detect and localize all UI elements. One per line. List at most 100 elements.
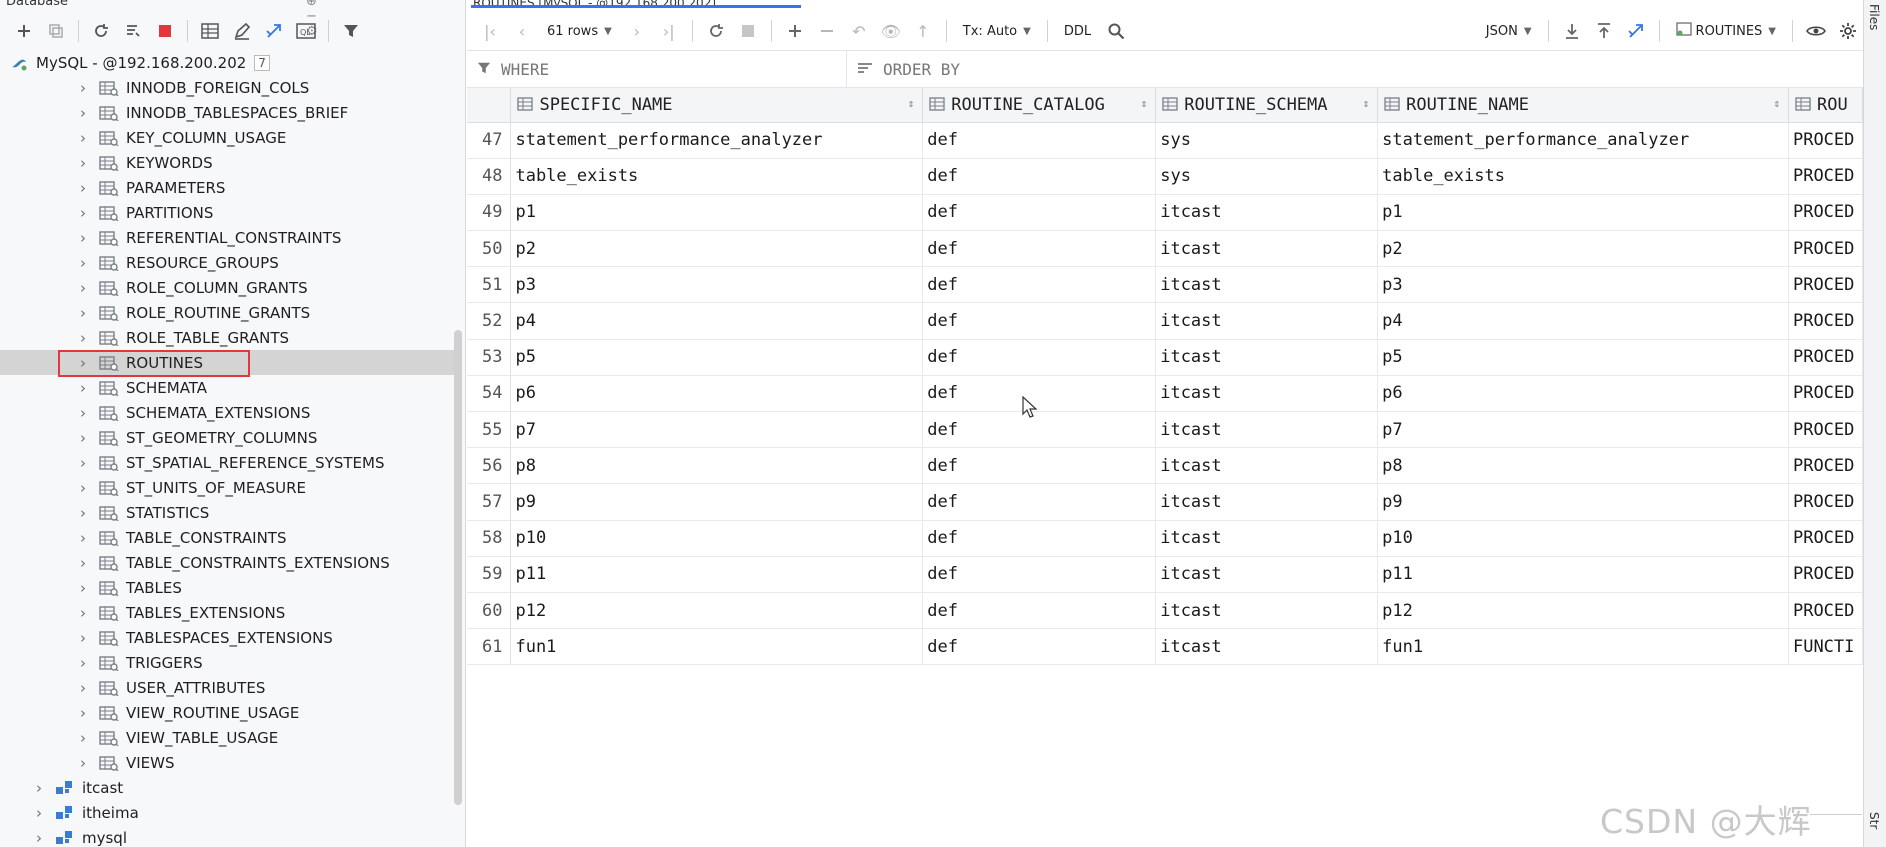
- table-cell[interactable]: itcast: [1155, 375, 1379, 413]
- table-cell[interactable]: p2: [1377, 230, 1789, 268]
- table-cell[interactable]: fun1: [1377, 628, 1789, 666]
- table-cell[interactable]: itcast: [1155, 302, 1379, 340]
- table-cell[interactable]: itcast: [1155, 556, 1379, 593]
- column-header[interactable]: ROUTINE_SCHEMA ⇕: [1155, 88, 1379, 123]
- files-tool-tab[interactable]: Files: [1867, 4, 1881, 30]
- tree-item-table[interactable]: › PARTITIONS: [0, 200, 458, 225]
- column-header[interactable]: ROUTINE_NAME ⇕: [1377, 88, 1789, 123]
- chevron-right-icon[interactable]: ›: [76, 529, 90, 547]
- download-icon[interactable]: [1557, 16, 1587, 46]
- chevron-right-icon[interactable]: ›: [76, 179, 90, 197]
- chevron-right-icon[interactable]: ›: [76, 379, 90, 397]
- chevron-right-icon[interactable]: ›: [76, 279, 90, 297]
- chevron-right-icon[interactable]: ›: [76, 329, 90, 347]
- compare-icon[interactable]: [1621, 16, 1651, 46]
- sort-icon[interactable]: ⇕: [1773, 97, 1780, 110]
- table-cell[interactable]: itcast: [1155, 194, 1379, 232]
- tree-item-table[interactable]: › PARAMETERS: [0, 175, 458, 200]
- chevron-right-icon[interactable]: ›: [76, 454, 90, 472]
- chevron-right-icon[interactable]: ›: [76, 129, 90, 147]
- schema-settings-icon[interactable]: [119, 17, 147, 45]
- chevron-right-icon[interactable]: ›: [76, 429, 90, 447]
- chevron-right-icon[interactable]: ›: [76, 104, 90, 122]
- table-cell[interactable]: def: [922, 592, 1157, 630]
- table-row[interactable]: 56 p8 def itcast p8 PROCED: [467, 447, 1863, 485]
- table-cell[interactable]: def: [922, 194, 1157, 232]
- table-cell[interactable]: def: [922, 339, 1157, 376]
- table-cell[interactable]: itcast: [1155, 230, 1379, 268]
- table-cell[interactable]: PROCED: [1788, 375, 1863, 413]
- table-cell[interactable]: itcast: [1155, 339, 1379, 376]
- table-cell[interactable]: p9: [1377, 483, 1789, 521]
- tree-item-table[interactable]: › VIEW_ROUTINE_USAGE: [0, 700, 458, 725]
- cancel-query-icon[interactable]: [733, 16, 763, 46]
- where-filter-input[interactable]: WHERE: [467, 51, 847, 87]
- explorer-scrollbar[interactable]: [454, 330, 462, 805]
- table-row[interactable]: 60 p12 def itcast p12 PROCED: [467, 592, 1863, 630]
- chevron-right-icon[interactable]: ›: [76, 404, 90, 422]
- table-cell[interactable]: def: [922, 375, 1157, 413]
- filter-icon[interactable]: [337, 17, 365, 45]
- sort-icon[interactable]: ⇕: [1363, 97, 1370, 110]
- table-cell[interactable]: def: [922, 411, 1157, 449]
- table-selector-dropdown[interactable]: ROUTINES ▼: [1668, 16, 1784, 46]
- table-cell[interactable]: p7: [510, 411, 924, 449]
- table-cell[interactable]: PROCED: [1788, 302, 1863, 340]
- table-cell[interactable]: statement_performance_analyzer: [1377, 122, 1789, 159]
- table-cell[interactable]: itcast: [1155, 592, 1379, 630]
- table-row[interactable]: 53 p5 def itcast p5 PROCED: [467, 339, 1863, 376]
- tree-item-table[interactable]: › TABLES_EXTENSIONS: [0, 600, 458, 625]
- table-cell[interactable]: itcast: [1155, 483, 1379, 521]
- table-row[interactable]: 47 statement_performance_analyzer def sys st…: [467, 122, 1863, 159]
- tree-item-table[interactable]: › VIEWS: [0, 750, 458, 775]
- table-cell[interactable]: def: [922, 520, 1157, 557]
- duplicate-icon[interactable]: [42, 17, 70, 45]
- previous-page-icon[interactable]: ‹: [507, 16, 537, 46]
- tree-item-table[interactable]: › STATISTICS: [0, 500, 458, 525]
- table-cell[interactable]: def: [922, 302, 1157, 340]
- table-row[interactable]: 59 p11 def itcast p11 PROCED: [467, 556, 1863, 593]
- tree-item-table[interactable]: › KEYWORDS: [0, 150, 458, 175]
- table-cell[interactable]: p10: [510, 520, 924, 557]
- tree-item-table[interactable]: › TABLESPACES_EXTENSIONS: [0, 625, 458, 650]
- tree-item-table[interactable]: › REFERENTIAL_CONSTRAINTS: [0, 225, 458, 250]
- tree-item-routines-selected[interactable]: › ROUTINES: [0, 350, 458, 377]
- table-cell[interactable]: PROCED: [1788, 411, 1863, 449]
- table-cell[interactable]: PROCED: [1788, 447, 1863, 485]
- upload-icon[interactable]: [1589, 16, 1619, 46]
- refresh-icon[interactable]: [87, 17, 115, 45]
- next-page-icon[interactable]: ›: [622, 16, 652, 46]
- submit-icon[interactable]: ↑: [908, 16, 938, 46]
- table-cell[interactable]: itcast: [1155, 266, 1379, 304]
- jump-to-source-icon[interactable]: [260, 17, 288, 45]
- tree-item-table[interactable]: › VIEW_TABLE_USAGE: [0, 725, 458, 750]
- structure-tool-tab[interactable]: Str: [1867, 812, 1881, 829]
- chevron-right-icon[interactable]: ›: [76, 729, 90, 747]
- tree-item-table[interactable]: › SCHEMATA: [0, 375, 458, 400]
- chevron-right-icon[interactable]: ›: [76, 704, 90, 722]
- table-cell[interactable]: p12: [1377, 592, 1789, 630]
- table-cell[interactable]: p11: [510, 556, 924, 593]
- tree-item-schema[interactable]: › itheima: [0, 800, 458, 825]
- tree-item-schema[interactable]: › mysql: [0, 825, 458, 847]
- chevron-right-icon[interactable]: ›: [76, 254, 90, 272]
- table-cell[interactable]: def: [922, 158, 1157, 195]
- order-by-input[interactable]: ORDER BY: [847, 51, 960, 87]
- preview-changes-icon[interactable]: 👁: [876, 16, 906, 46]
- table-cell[interactable]: def: [922, 266, 1157, 304]
- table-cell[interactable]: p6: [1377, 375, 1789, 413]
- chevron-right-icon[interactable]: ›: [76, 579, 90, 597]
- table-cell[interactable]: p7: [1377, 411, 1789, 449]
- table-cell[interactable]: p3: [510, 266, 924, 304]
- table-cell[interactable]: def: [922, 483, 1157, 521]
- table-cell[interactable]: p6: [510, 375, 924, 413]
- table-cell[interactable]: PROCED: [1788, 230, 1863, 268]
- ddl-button[interactable]: DDL: [1056, 16, 1099, 46]
- reload-icon[interactable]: [701, 16, 731, 46]
- chevron-right-icon[interactable]: ›: [76, 79, 90, 97]
- chevron-right-icon[interactable]: ›: [76, 629, 90, 647]
- export-format-dropdown[interactable]: JSON ▼: [1478, 16, 1540, 46]
- tree-item-table[interactable]: › INNODB_FOREIGN_COLS: [0, 75, 458, 100]
- table-row[interactable]: 55 p7 def itcast p7 PROCED: [467, 411, 1863, 449]
- table-row[interactable]: 50 p2 def itcast p2 PROCED: [467, 230, 1863, 268]
